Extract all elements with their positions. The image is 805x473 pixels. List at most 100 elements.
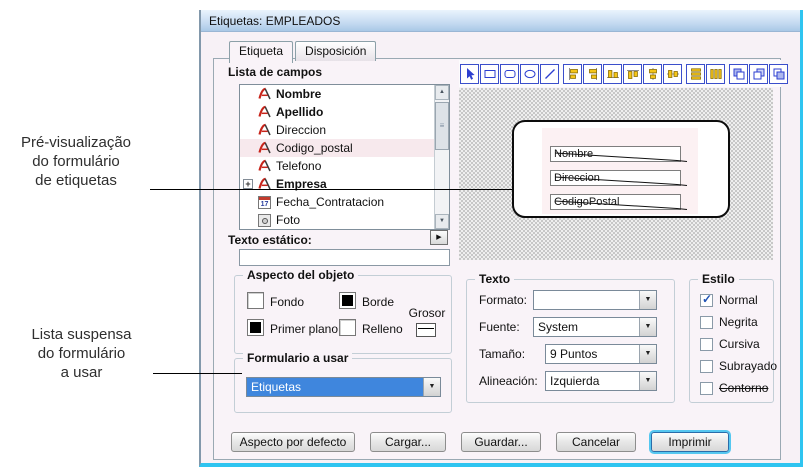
chevron-down-icon[interactable]: ▼ bbox=[639, 291, 656, 309]
toolbar-button-bring-to-front[interactable] bbox=[749, 64, 768, 84]
send-to-back-icon bbox=[772, 67, 786, 81]
tab-disposicion[interactable]: Disposición bbox=[295, 41, 376, 61]
toolbar-button-align-top[interactable] bbox=[623, 64, 642, 84]
static-text-arrow-button[interactable]: ▶ bbox=[430, 230, 448, 245]
toolbar-button-distribute-vertical[interactable] bbox=[686, 64, 705, 84]
line-icon bbox=[543, 67, 557, 81]
chevron-down-icon[interactable]: ▼ bbox=[423, 378, 440, 396]
cancel-button[interactable]: Cancelar bbox=[556, 432, 636, 452]
toolbar-button-group-objects[interactable] bbox=[729, 64, 748, 84]
group-title: Estilo bbox=[698, 272, 739, 286]
default-appearance-button[interactable]: Aspecto por defecto bbox=[231, 432, 355, 452]
list-item[interactable]: Nombre bbox=[240, 85, 449, 103]
checkbox-normal[interactable]: ✓ Normal bbox=[700, 293, 758, 307]
distribute-horizontal-icon bbox=[709, 67, 723, 81]
field-icon bbox=[258, 105, 272, 119]
merge-line bbox=[551, 171, 691, 189]
merge-line bbox=[551, 147, 691, 165]
list-item[interactable]: Foto bbox=[240, 211, 449, 229]
label-preview-card: Nombre Direccion CodigoPostal bbox=[512, 120, 730, 218]
toolbar-button-center-vertical[interactable] bbox=[663, 64, 682, 84]
preview-callout-line bbox=[150, 189, 512, 190]
toolbar-button-align-right[interactable] bbox=[583, 64, 602, 84]
grosor-sample[interactable] bbox=[416, 323, 436, 337]
toolbar-button-align-bottom[interactable] bbox=[603, 64, 622, 84]
merge-line bbox=[551, 195, 691, 213]
primer-plano-swatch[interactable] bbox=[247, 319, 264, 336]
preview-field[interactable]: Nombre bbox=[550, 146, 681, 162]
toolbar-button-center-horizontal[interactable] bbox=[643, 64, 662, 84]
field-list[interactable]: Nombre Apellido Direccion Codigo_postal … bbox=[239, 84, 450, 230]
preview-field[interactable]: CodigoPostal bbox=[550, 194, 681, 210]
dialog-title: Etiquetas: EMPLEADOS bbox=[209, 14, 340, 28]
fuente-value: System bbox=[534, 318, 639, 336]
list-item[interactable]: Direccion bbox=[240, 121, 449, 139]
list-item[interactable]: Codigo_postal bbox=[240, 139, 449, 157]
expand-plus-icon[interactable]: + bbox=[243, 179, 253, 189]
preview-annotation: Pré-visualização do formulário de etique… bbox=[2, 133, 150, 190]
static-text-input[interactable] bbox=[239, 249, 450, 266]
toolbar-button-align-left[interactable] bbox=[563, 64, 582, 84]
annotation-line: do formulário bbox=[2, 152, 150, 171]
formato-label: Formato: bbox=[479, 293, 527, 307]
scroll-thumb[interactable]: ≡ bbox=[435, 102, 449, 150]
alineacion-dropdown[interactable]: Izquierda ▼ bbox=[545, 371, 657, 391]
checkbox-icon[interactable] bbox=[700, 382, 713, 395]
list-item-label: Nombre bbox=[276, 87, 321, 101]
scrollbar[interactable]: ▲ ≡ ▼ bbox=[434, 85, 449, 229]
toolbar-button-ellipse-tool[interactable] bbox=[520, 64, 539, 84]
checkbox-negrita[interactable]: Negrita bbox=[700, 315, 758, 329]
layout-dropdown[interactable]: Etiquetas ▼ bbox=[246, 377, 441, 397]
scroll-up-icon[interactable]: ▲ bbox=[435, 85, 449, 100]
field-list-label: Lista de campos bbox=[228, 65, 322, 79]
fondo-swatch[interactable] bbox=[247, 292, 264, 309]
checkbox-icon[interactable] bbox=[700, 360, 713, 373]
toolbar-button-select-arrow[interactable] bbox=[460, 64, 479, 84]
align-top-icon bbox=[626, 67, 640, 81]
chevron-down-icon[interactable]: ▼ bbox=[639, 318, 656, 336]
alineacion-label: Alineación: bbox=[479, 374, 538, 388]
rounded-rectangle-icon bbox=[503, 67, 517, 81]
field-icon bbox=[258, 123, 272, 137]
checkbox-icon[interactable] bbox=[700, 316, 713, 329]
list-item[interactable]: Telefono bbox=[240, 157, 449, 175]
borde-swatch[interactable] bbox=[339, 292, 356, 309]
fuente-dropdown[interactable]: System ▼ bbox=[533, 317, 657, 337]
preview-field[interactable]: Direccion bbox=[550, 170, 681, 186]
checkbox-checked-icon[interactable]: ✓ bbox=[700, 294, 713, 307]
text-group: Texto Formato: ▼ Fuente: System ▼ Tamaño… bbox=[466, 279, 675, 403]
tab-etiqueta[interactable]: Etiqueta bbox=[229, 41, 293, 63]
tamano-dropdown[interactable]: 9 Puntos ▼ bbox=[545, 344, 657, 364]
list-item[interactable]: 17 Fecha_Contratacion bbox=[240, 193, 449, 211]
toolbar-button-send-to-back[interactable] bbox=[769, 64, 788, 84]
save-button[interactable]: Guardar... bbox=[461, 432, 541, 452]
primer-plano-label: Primer plano bbox=[270, 322, 338, 336]
annotation-line: do formulário bbox=[10, 344, 153, 363]
formato-dropdown[interactable]: ▼ bbox=[533, 290, 657, 310]
dialog-titlebar[interactable]: Etiquetas: EMPLEADOS bbox=[201, 10, 800, 32]
labels-dialog: Etiquetas: EMPLEADOS Etiqueta Disposició… bbox=[199, 10, 803, 467]
bring-to-front-icon bbox=[752, 67, 766, 81]
relleno-swatch[interactable] bbox=[339, 319, 356, 336]
annotation-line: Lista suspensa bbox=[10, 325, 153, 344]
load-button[interactable]: Cargar... bbox=[370, 432, 446, 452]
toolbar-button-distribute-horizontal[interactable] bbox=[706, 64, 725, 84]
checkbox-contorno[interactable]: Contorno bbox=[700, 381, 768, 395]
checkbox-cursiva[interactable]: Cursiva bbox=[700, 337, 760, 351]
toolbar-button-rectangle-tool[interactable] bbox=[480, 64, 499, 84]
chevron-down-icon[interactable]: ▼ bbox=[639, 345, 656, 363]
chevron-down-icon[interactable]: ▼ bbox=[639, 372, 656, 390]
button-label: Aspecto por defecto bbox=[240, 435, 347, 449]
alineacion-value: Izquierda bbox=[546, 372, 639, 390]
toolbar-button-line-tool[interactable] bbox=[540, 64, 559, 84]
list-item[interactable]: Apellido bbox=[240, 103, 449, 121]
tab-panel: Lista de campos Nombre Apellido Direccio… bbox=[213, 58, 781, 460]
scroll-down-icon[interactable]: ▼ bbox=[435, 214, 449, 229]
group-objects-icon bbox=[732, 67, 746, 81]
toolbar-button-rounded-rectangle-tool[interactable] bbox=[500, 64, 519, 84]
field-icon bbox=[258, 159, 272, 173]
list-item[interactable]: + Empresa bbox=[240, 175, 449, 193]
checkbox-icon[interactable] bbox=[700, 338, 713, 351]
print-button[interactable]: Imprimir bbox=[651, 432, 729, 452]
checkbox-subrayado[interactable]: Subrayado bbox=[700, 359, 777, 373]
